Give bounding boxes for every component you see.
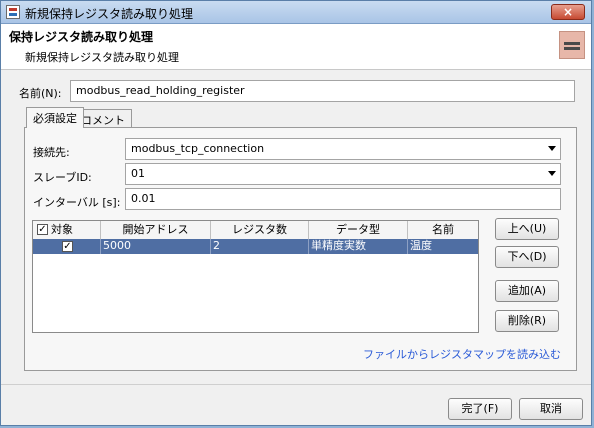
column-start-address[interactable]: 開始アドレス	[101, 221, 211, 239]
cancel-button[interactable]: 取消	[519, 398, 583, 420]
add-button[interactable]: 追加(A)	[495, 280, 559, 302]
interval-input[interactable]: 0.01	[125, 188, 561, 210]
row-register-count[interactable]: 2	[211, 239, 309, 254]
finish-button[interactable]: 完了(F)	[448, 398, 512, 420]
chevron-down-icon	[548, 171, 556, 176]
row-checkbox[interactable]: ✓	[62, 241, 73, 252]
tab-required-settings[interactable]: 必須設定	[26, 107, 84, 128]
column-register-count[interactable]: レジスタ数	[211, 221, 309, 239]
move-up-button[interactable]: 上へ(U)	[495, 218, 559, 240]
slave-id-select[interactable]: 01	[125, 163, 561, 185]
column-target[interactable]: ✓ 対象	[33, 221, 101, 239]
delete-button[interactable]: 削除(R)	[495, 310, 559, 332]
row-start-address[interactable]: 5000	[101, 239, 211, 254]
chevron-down-icon	[548, 146, 556, 151]
name-label: 名前(N):	[19, 87, 62, 100]
interval-label: インターバル [s]:	[33, 196, 121, 209]
header-subtitle: 新規保持レジスタ読み取り処理	[25, 51, 179, 64]
connection-value: modbus_tcp_connection	[131, 142, 265, 155]
column-target-label: 対象	[51, 223, 73, 236]
slave-id-value: 01	[131, 167, 145, 180]
connection-select[interactable]: modbus_tcp_connection	[125, 138, 561, 160]
window-title: 新規保持レジスタ読み取り処理	[25, 7, 194, 21]
table-row[interactable]: ✓ 5000 2 単精度実数 温度	[33, 239, 478, 254]
row-target-cell[interactable]: ✓	[33, 239, 101, 254]
connection-label: 接続先:	[33, 146, 70, 159]
footer-divider	[1, 384, 591, 385]
name-input[interactable]: modbus_read_holding_register	[70, 80, 575, 102]
dialog-header: 保持レジスタ読み取り処理 新規保持レジスタ読み取り処理	[1, 24, 591, 70]
load-register-map-link[interactable]: ファイルからレジスタマップを読み込む	[363, 346, 561, 362]
row-data-type[interactable]: 単精度実数	[309, 239, 408, 254]
register-icon	[559, 31, 585, 59]
slave-id-label: スレーブID:	[33, 171, 92, 184]
row-name[interactable]: 温度	[408, 239, 478, 254]
dialog-window: 新規保持レジスタ読み取り処理 × 保持レジスタ読み取り処理 新規保持レジスタ読み…	[0, 0, 592, 426]
column-data-type[interactable]: データ型	[309, 221, 408, 239]
move-down-button[interactable]: 下へ(D)	[495, 246, 559, 268]
register-table: ✓ 対象 開始アドレス レジスタ数 データ型 名前 ✓ 5000 2 単精度実数…	[32, 220, 479, 333]
table-header: ✓ 対象 開始アドレス レジスタ数 データ型 名前	[33, 221, 478, 240]
app-icon	[6, 5, 20, 19]
column-name[interactable]: 名前	[408, 221, 478, 239]
close-button[interactable]: ×	[551, 4, 585, 20]
select-all-checkbox[interactable]: ✓	[37, 224, 48, 235]
title-bar[interactable]: 新規保持レジスタ読み取り処理 ×	[1, 1, 591, 24]
header-title: 保持レジスタ読み取り処理	[9, 30, 154, 44]
